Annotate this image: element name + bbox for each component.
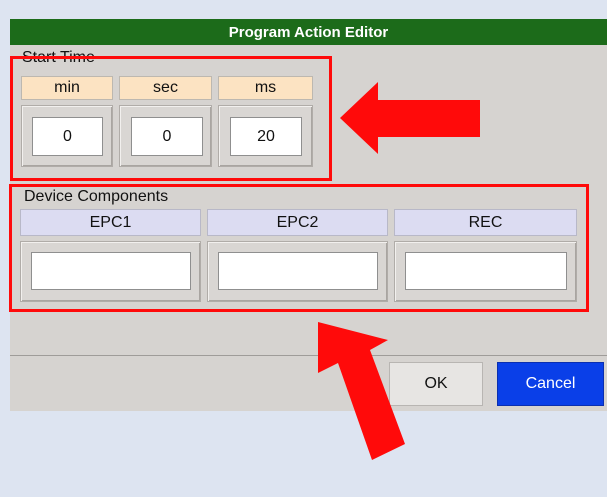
up-arrow-icon <box>318 322 405 460</box>
left-arrow-icon <box>340 82 480 154</box>
annotation-arrows <box>318 82 480 460</box>
